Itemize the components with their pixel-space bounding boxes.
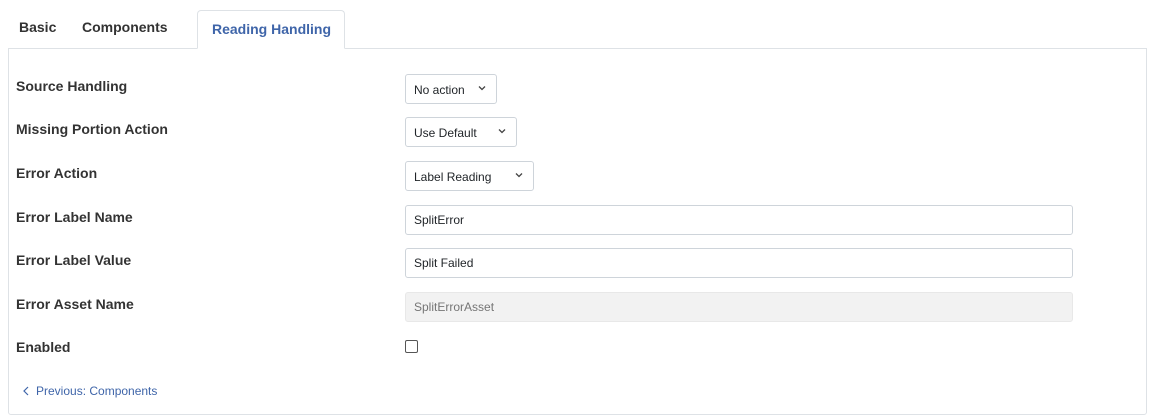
error-action-value: Label Reading [414, 170, 492, 184]
tab-components[interactable]: Components [82, 19, 168, 35]
previous-link-label: Previous: Components [36, 384, 158, 398]
error-label-name-label: Error Label Name [16, 209, 133, 225]
missing-portion-action-value: Use Default [414, 126, 477, 140]
tab-basic[interactable]: Basic [19, 19, 56, 35]
error-label-name-input[interactable] [405, 205, 1073, 235]
error-label-value-input[interactable] [405, 248, 1073, 278]
chevron-down-icon [515, 173, 523, 178]
source-handling-label: Source Handling [16, 78, 128, 94]
tab-bar: Basic Components Reading Handling [0, 0, 1155, 49]
chevron-left-icon [23, 386, 29, 396]
error-label-value-label: Error Label Value [16, 252, 132, 268]
error-asset-name-label: Error Asset Name [16, 296, 134, 312]
enabled-checkbox[interactable] [405, 340, 418, 353]
source-handling-value: No action [414, 83, 465, 97]
missing-portion-action-select[interactable]: Use Default [405, 117, 517, 147]
tab-reading-handling[interactable]: Reading Handling [197, 10, 345, 49]
previous-components-link[interactable]: Previous: Components [22, 384, 157, 398]
error-asset-name-input [405, 292, 1073, 322]
error-action-label: Error Action [16, 165, 98, 181]
chevron-down-icon [478, 86, 486, 91]
chevron-down-icon [498, 129, 506, 134]
tab-reading-handling-label: Reading Handling [212, 21, 331, 37]
source-handling-select[interactable]: No action [405, 74, 497, 104]
error-action-select[interactable]: Label Reading [405, 161, 534, 191]
missing-portion-action-label: Missing Portion Action [16, 121, 168, 137]
enabled-label: Enabled [16, 339, 71, 355]
